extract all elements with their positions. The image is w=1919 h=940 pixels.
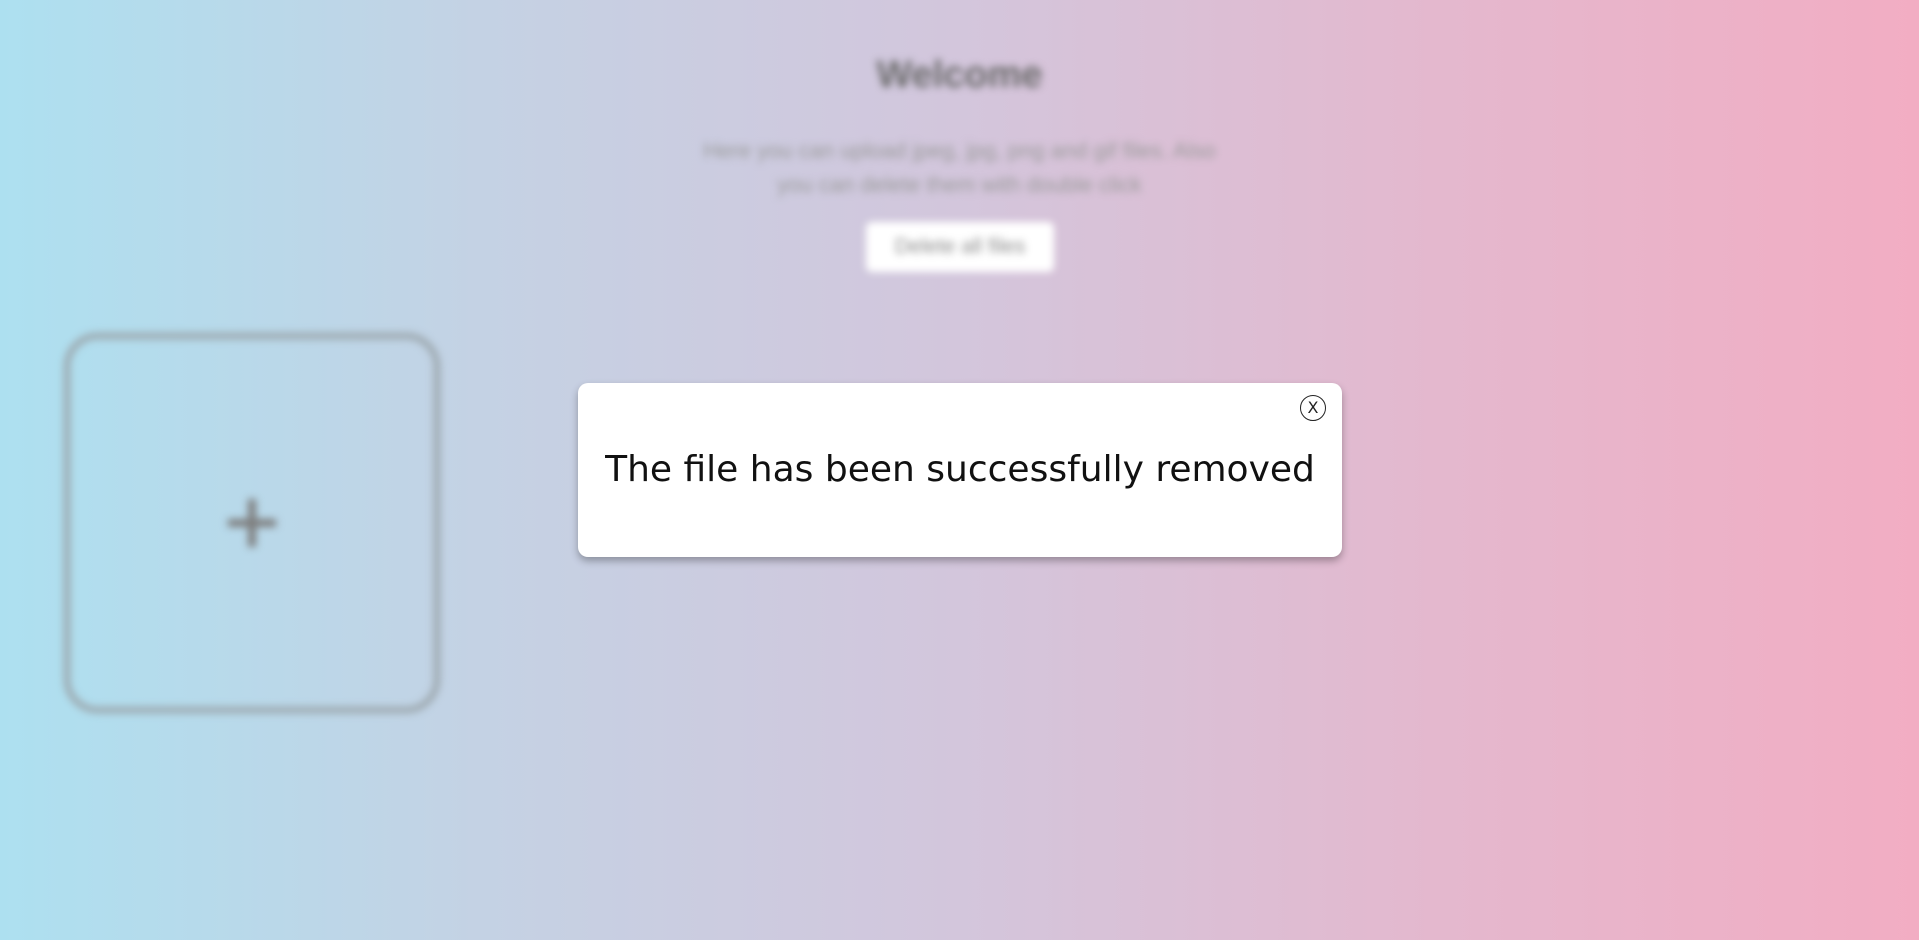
description-line: you can delete them with double click: [777, 172, 1142, 197]
page-title: Welcome: [876, 54, 1043, 96]
notification-modal: X The file has been successfully removed: [578, 383, 1342, 557]
delete-all-button[interactable]: Delete all files: [866, 222, 1054, 272]
upload-tile[interactable]: [64, 333, 440, 713]
plus-icon: [228, 499, 276, 547]
page-description: Here you can upload jpeg, jpg, png and g…: [0, 134, 1919, 202]
close-icon[interactable]: X: [1300, 395, 1326, 421]
modal-message: The file has been successfully removed: [605, 449, 1315, 490]
description-line: Here you can upload jpeg, jpg, png and g…: [703, 138, 1216, 163]
